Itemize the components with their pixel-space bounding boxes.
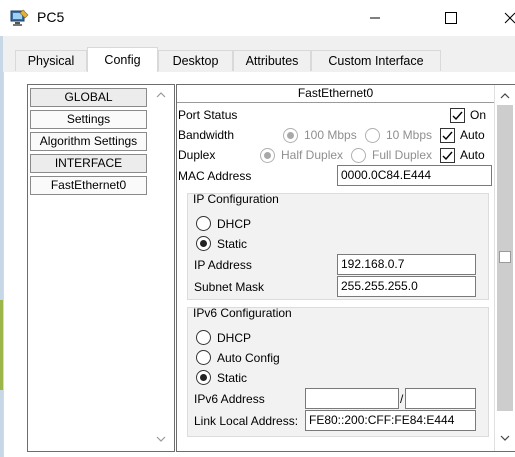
tab-custom-interface[interactable]: Custom Interface — [311, 50, 441, 71]
scroll-up-icon[interactable] — [156, 90, 166, 100]
duplex-auto-label: Auto — [460, 148, 485, 162]
sidebar-scrollbar[interactable] — [151, 85, 173, 451]
pc-app-icon — [9, 8, 29, 28]
duplex-label: Duplex — [178, 148, 216, 162]
bandwidth-10-label: 10 Mbps — [386, 128, 433, 142]
port-status-label: Port Status — [178, 108, 238, 122]
port-on-label: On — [470, 108, 487, 122]
sidebar-header-global[interactable]: GLOBAL — [30, 88, 147, 107]
minimize-icon — [370, 17, 380, 19]
tab-attributes[interactable]: Attributes — [233, 50, 311, 71]
scroll-up-icon[interactable] — [500, 91, 510, 101]
port-status-checkbox[interactable] — [450, 108, 465, 123]
scroll-grip-icon — [499, 251, 511, 263]
ipv6-static-label: Static — [217, 371, 248, 385]
maximize-icon — [445, 12, 457, 24]
ip-dhcp-label: DHCP — [217, 217, 252, 231]
scroll-down-icon[interactable] — [500, 433, 510, 443]
ipv6-dhcp-radio[interactable] — [196, 330, 211, 345]
interface-title: FastEthernet0 — [177, 85, 494, 103]
mac-address-field[interactable]: 0000.0C84.E444 — [337, 165, 492, 186]
ip-address-field[interactable]: 192.168.0.7 — [337, 254, 476, 275]
subnet-mask-label: Subnet Mask — [194, 280, 265, 294]
window-title: PC5 — [37, 9, 65, 25]
ipv6-prefix-separator: / — [400, 392, 404, 406]
config-sidebar: GLOBAL Settings Algorithm Settings INTER… — [27, 84, 175, 452]
bandwidth-100-label: 100 Mbps — [304, 128, 357, 142]
ipv6-auto-config-radio[interactable] — [196, 350, 211, 365]
half-duplex-label: Half Duplex — [281, 148, 344, 162]
tab-config[interactable]: Config — [87, 47, 158, 73]
full-duplex-radio[interactable] — [351, 148, 366, 163]
ipv6-address-label: IPv6 Address — [194, 392, 265, 406]
minimize-button[interactable] — [355, 4, 395, 32]
subnet-mask-field[interactable]: 255.255.255.0 — [337, 276, 476, 297]
interface-scrollbar[interactable] — [494, 85, 515, 451]
scroll-down-icon[interactable] — [156, 434, 166, 444]
ipv6-dhcp-label: DHCP — [217, 331, 252, 345]
checkmark-icon — [452, 111, 463, 121]
bandwidth-100-radio[interactable] — [283, 128, 298, 143]
ipv6-config-title: IPv6 Configuration — [193, 306, 292, 320]
ipv6-auto-config-label: Auto Config — [217, 351, 280, 365]
bandwidth-10-radio[interactable] — [365, 128, 380, 143]
close-icon — [504, 12, 515, 24]
tab-desktop[interactable]: Desktop — [158, 50, 233, 71]
checkmark-icon — [442, 131, 453, 141]
sidebar-header-interface[interactable]: INTERFACE — [30, 154, 147, 173]
ip-address-label: IP Address — [194, 258, 252, 272]
sidebar-item-settings[interactable]: Settings — [30, 110, 147, 129]
interface-panel: FastEthernet0 Port Status On Bandwidth 1… — [176, 84, 515, 452]
tab-bar: Physical Config Desktop Attributes Custo… — [3, 36, 515, 73]
half-duplex-radio[interactable] — [260, 148, 275, 163]
bandwidth-auto-checkbox[interactable] — [440, 128, 455, 143]
ip-static-radio[interactable] — [196, 236, 211, 251]
link-local-address-label: Link Local Address: — [194, 414, 299, 428]
ipv6-static-radio[interactable] — [196, 370, 211, 385]
close-button[interactable] — [490, 4, 515, 32]
bandwidth-label: Bandwidth — [178, 128, 235, 142]
sidebar-list: GLOBAL Settings Algorithm Settings INTER… — [28, 85, 149, 451]
bandwidth-auto-label: Auto — [460, 128, 485, 142]
full-duplex-label: Full Duplex — [372, 148, 433, 162]
tab-physical[interactable]: Physical — [15, 50, 87, 71]
link-local-address-field[interactable]: FE80::200:CFF:FE84:E444 — [305, 410, 476, 431]
title-bar: PC5 — [0, 0, 515, 36]
checkmark-icon — [442, 151, 453, 161]
ip-config-title: IP Configuration — [193, 192, 279, 206]
sidebar-item-algorithm-settings[interactable]: Algorithm Settings — [30, 132, 147, 151]
ipv6-address-field[interactable] — [305, 388, 399, 409]
ipv6-prefix-field[interactable] — [405, 388, 476, 409]
mac-address-label: MAC Address — [178, 169, 252, 183]
ip-static-label: Static — [217, 237, 248, 251]
sidebar-item-fastethernet0[interactable]: FastEthernet0 — [30, 176, 147, 195]
ip-dhcp-radio[interactable] — [196, 216, 211, 231]
duplex-auto-checkbox[interactable] — [440, 148, 455, 163]
maximize-button[interactable] — [431, 4, 471, 32]
